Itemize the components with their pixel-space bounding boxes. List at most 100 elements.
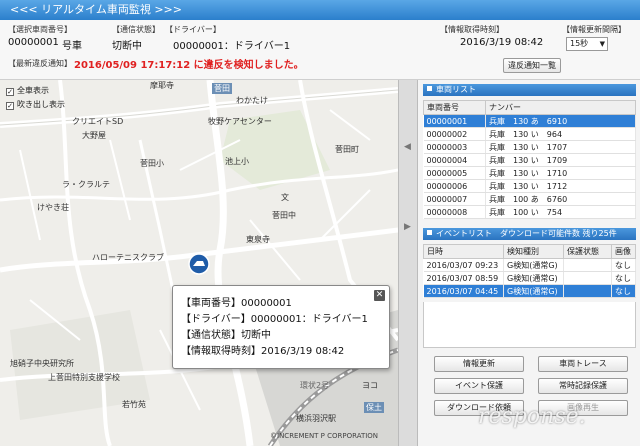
map-label: 池上小 [225,157,249,166]
vehicle-col-header[interactable]: ナンバー [485,100,636,115]
map-label: ヨコ [362,381,378,390]
event-col-header[interactable]: 検知種別 [503,244,564,259]
vehicle-row[interactable]: 00000003 兵庫 130 い 1707 [423,140,636,154]
vehicle-row[interactable]: 00000002 兵庫 130 い 964 [423,127,636,141]
vehicle-row-plate: 兵庫 130 い 1712 [485,179,636,193]
chevron-down-icon: ▼ [599,40,605,48]
interval-select[interactable]: 15秒 ▼ [566,37,608,51]
comm-status-label: 【通信状態】 [112,25,160,34]
event-col-header[interactable]: 保護状態 [563,244,612,259]
map-label: 菅田町 [335,145,359,154]
vehicle-row[interactable]: 00000005 兵庫 130 い 1710 [423,166,636,180]
event-list-empty-area [423,302,636,348]
driver-value: 00000001：ドライバー1 [173,41,291,52]
checkbox-checked-icon: ✓ [6,102,14,110]
map-label: 菅田中 [272,211,296,220]
map-label: 横浜羽沢駅 [296,414,336,423]
vehicle-row-number: 00000008 [423,205,486,219]
show-all-checkbox[interactable]: ✓ 全車表示 [6,85,49,96]
event-list-header: イベントリスト ダウンロード可能件数 残り25件 [423,228,636,240]
panel-splitter[interactable]: ◀ ▶ [398,80,418,446]
map-copyright: ©INCREMENT P CORPORATION [270,432,379,440]
event-list-table: 日時 検知種別 保護状態 画像 2016/03/07 09:23 G検知(通常G)… [423,244,636,298]
alert-list-button[interactable]: 違反通知一覧 [503,58,561,73]
interval-label: 【情報更新間隔】 [562,25,626,34]
popup-vehicle-no: 【車両番号】00000001 [181,298,292,309]
event-row-cell [563,271,612,285]
popup-driver: 【ドライバー】00000001：ドライバー1 [181,314,368,325]
event-row[interactable]: 2016/03/07 04:45 G検知(通常G) なし [423,284,636,298]
event-row-cell: G検知(通常G) [503,271,564,285]
popup-comm-status: 【通信状態】切断中 [181,330,271,341]
vehicle-row-plate: 兵庫 130 あ 6910 [485,114,636,128]
event-row-cell: 2016/03/07 08:59 [423,271,504,285]
panel-square-icon [427,230,432,235]
popup-acq-time: 【情報取得時刻】2016/3/19 08:42 [181,346,345,357]
map-view[interactable]: ✓ 全車表示 ✓ 吹き出し表示 摩耶寺 菅田 わかたけ クリエイトSD 大野屋 牧野… [0,80,398,446]
map-label: 文 [281,193,289,202]
vehicle-no-suffix: 号車 [62,41,82,52]
interval-select-value: 15秒 [570,39,589,48]
vehicle-row-number: 00000006 [423,179,486,193]
vehicle-row-number: 00000007 [423,192,486,206]
show-balloon-checkbox[interactable]: ✓ 吹き出し表示 [6,99,65,110]
collapse-arrow-icon: ◀ [404,142,411,152]
event-row-cell: なし [611,271,636,285]
map-label: 若竹苑 [122,400,146,409]
map-label: 保土 [364,402,384,413]
event-row[interactable]: 2016/03/07 08:59 G検知(通常G) なし [423,271,636,285]
vehicle-row-number: 00000003 [423,140,486,154]
vehicle-marker-icon[interactable] [188,253,210,275]
vehicle-list-table: 車両番号 ナンバー 00000001 兵庫 130 あ 6910 00000002 兵… [423,100,636,219]
map-label: けやき荘 [37,203,69,212]
event-row-cell: G検知(通常G) [503,284,564,298]
vehicle-no-value: 00000001 [8,37,59,48]
event-row-cell: なし [611,284,636,298]
info-update-button[interactable]: 情報更新 [434,356,524,372]
constant-record-protect-button[interactable]: 常時記録保護 [538,378,628,394]
vehicle-row[interactable]: 00000001 兵庫 130 あ 6910 [423,114,636,128]
close-icon[interactable]: ✕ [374,290,385,301]
vehicle-row-number: 00000002 [423,127,486,141]
event-row[interactable]: 2016/03/07 09:23 G検知(通常G) なし [423,258,636,272]
vehicle-no-label: 【選択車両番号】 [8,25,72,34]
map-label: ラ・クラルテ [62,180,110,189]
map-label: ハローテニスクラブ [92,253,164,262]
event-col-header[interactable]: 日時 [423,244,504,259]
event-col-header[interactable]: 画像 [611,244,636,259]
event-row-cell [563,258,612,272]
event-protect-button[interactable]: イベント保護 [434,378,524,394]
vehicle-list-title: 車両リスト [436,85,476,94]
map-label: 菅田小 [140,159,164,168]
comm-status-value: 切断中 [112,41,142,52]
map-label: 牧野ケアセンター [208,117,272,126]
vehicle-col-header[interactable]: 車両番号 [423,100,486,115]
map-label: 摩耶寺 [150,81,174,90]
map-label: 菅田 [212,83,232,94]
vehicle-list-header: 車両リスト [423,84,636,96]
latest-alert-value: 2016/05/09 17:17:12 に違反を検知しました。 [74,60,304,71]
map-label: クリエイトSD [72,117,124,126]
map-label: 東泉寺 [246,235,270,244]
show-all-label: 全車表示 [17,86,49,95]
vehicle-row-number: 00000005 [423,166,486,180]
checkbox-checked-icon: ✓ [6,88,14,96]
event-list-title: イベントリスト ダウンロード可能件数 残り25件 [436,229,617,238]
vehicle-trace-button[interactable]: 車両トレース [538,356,628,372]
vehicle-row[interactable]: 00000008 兵庫 100 い 754 [423,205,636,219]
vehicle-row[interactable]: 00000006 兵庫 130 い 1712 [423,179,636,193]
vehicle-row-plate: 兵庫 130 い 1707 [485,140,636,154]
vehicle-row[interactable]: 00000004 兵庫 130 い 1709 [423,153,636,167]
event-row-cell: 2016/03/07 04:45 [423,284,504,298]
vehicle-row-plate: 兵庫 130 い 1710 [485,166,636,180]
latest-alert-label: 【最新違反通知】 [8,59,72,68]
vehicle-row[interactable]: 00000007 兵庫 100 あ 6760 [423,192,636,206]
map-label: わかたけ [236,96,268,105]
collapse-arrow-icon: ▶ [404,222,411,232]
acq-time-label: 【情報取得時刻】 [440,25,504,34]
map-label: 旭硝子中央研究所 [10,359,74,368]
panel-square-icon [427,86,432,91]
vehicle-row-plate: 兵庫 100 い 754 [485,205,636,219]
vehicle-row-plate: 兵庫 100 あ 6760 [485,192,636,206]
vehicle-row-number: 00000004 [423,153,486,167]
